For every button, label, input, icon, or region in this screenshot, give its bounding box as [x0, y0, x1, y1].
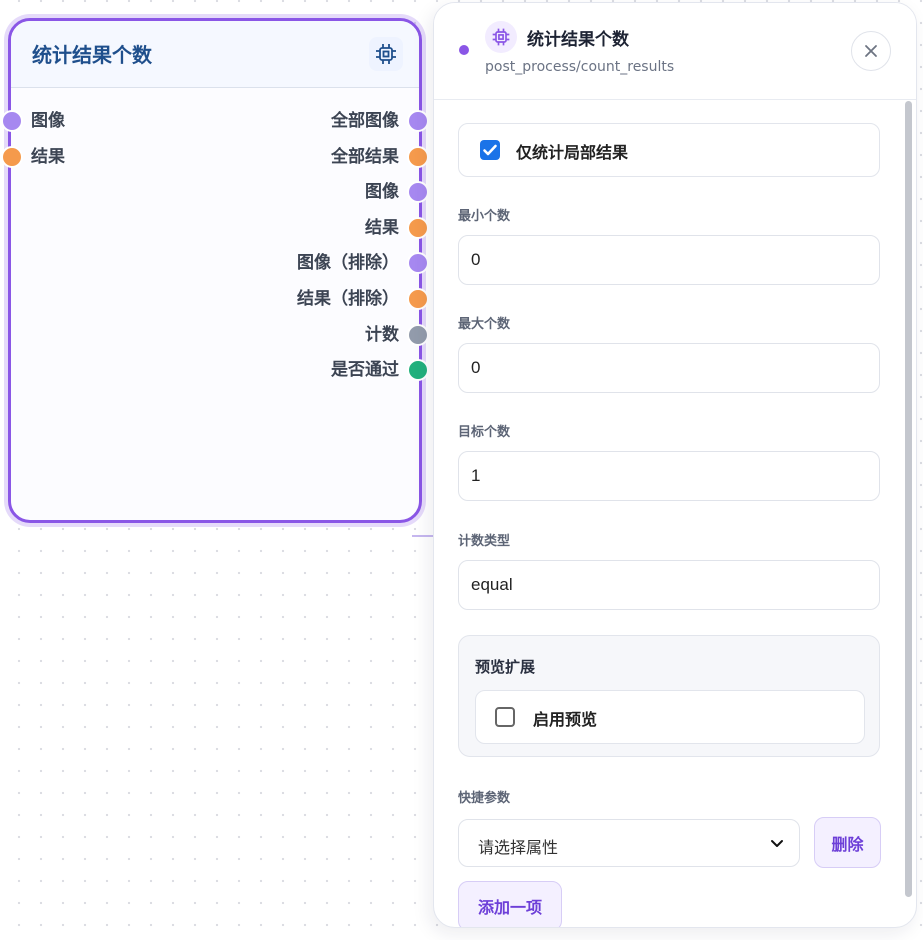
- output-port-label: 全部结果: [331, 146, 399, 167]
- local-only-label: 仅统计局部结果: [516, 143, 629, 162]
- properties-panel: 统计结果个数 post_process/count_results 仅统计局部结…: [433, 2, 917, 928]
- attribute-select-value: 请选择属性: [478, 838, 559, 857]
- min-count-input[interactable]: [458, 235, 880, 285]
- preview-extension-card: 预览扩展 启用预览: [458, 635, 880, 757]
- input-port: 图像: [1, 109, 65, 133]
- add-item-button[interactable]: 添加一项: [458, 881, 562, 927]
- output-port-label: 图像: [365, 182, 399, 203]
- count-type-label: 计数类型: [458, 534, 511, 549]
- output-port: 全部图像: [331, 109, 429, 133]
- check-icon: [483, 144, 497, 156]
- attribute-select[interactable]: 请选择属性: [458, 819, 800, 867]
- output-port-label: 是否通过: [331, 360, 399, 381]
- output-port-handle[interactable]: [407, 288, 429, 310]
- max-count-input[interactable]: [458, 343, 880, 393]
- node-title: 统计结果个数: [32, 43, 152, 67]
- output-port-handle[interactable]: [407, 181, 429, 204]
- input-port-handle[interactable]: [1, 110, 23, 132]
- output-port: 全部结果: [331, 145, 429, 169]
- output-port-label: 全部图像: [331, 111, 399, 131]
- delete-button[interactable]: 删除: [814, 817, 881, 868]
- output-port: 图像: [365, 180, 429, 204]
- count-results-node[interactable]: 统计结果个数 图像 结果 全部图像 全部结果 图像 结果 图像（排除） 结果（排除） 计数 是否通…: [1, 18, 429, 523]
- node-header: 统计结果个数: [11, 21, 419, 88]
- panel-header: 统计结果个数 post_process/count_results: [434, 3, 916, 100]
- enable-preview-option[interactable]: 启用预览: [475, 690, 865, 744]
- enable-preview-label: 启用预览: [533, 710, 598, 729]
- preview-extension-title: 预览扩展: [475, 658, 536, 676]
- target-count-label: 目标个数: [458, 425, 511, 440]
- scrollbar-thumb[interactable]: [905, 101, 912, 897]
- connection-edge: [412, 535, 434, 537]
- input-port-label: 结果: [31, 146, 65, 167]
- target-count-input[interactable]: [458, 451, 880, 501]
- status-dot: [459, 45, 469, 55]
- output-port-handle[interactable]: [407, 359, 429, 382]
- output-port-label: 图像（排除）: [297, 253, 399, 274]
- output-port-label: 计数: [365, 324, 399, 345]
- output-port: 是否通过: [331, 358, 429, 382]
- panel-title: 统计结果个数: [527, 30, 629, 50]
- output-port-label: 结果（排除）: [297, 289, 399, 309]
- output-port: 计数: [365, 323, 429, 347]
- local-only-checkbox[interactable]: [480, 140, 500, 160]
- output-port-handle[interactable]: [407, 110, 429, 132]
- output-port-handle[interactable]: [407, 216, 429, 239]
- output-port-label: 结果: [365, 217, 399, 238]
- output-port-handle[interactable]: [407, 323, 429, 346]
- chevron-down-icon: [771, 840, 783, 847]
- output-port-handle[interactable]: [407, 252, 429, 275]
- chip-icon: [369, 37, 403, 71]
- max-count-label: 最大个数: [458, 317, 511, 332]
- output-port: 结果: [365, 216, 429, 240]
- output-port: 图像（排除）: [297, 251, 429, 275]
- quick-params-label: 快捷参数: [458, 791, 511, 806]
- input-port-handle[interactable]: [1, 145, 23, 168]
- input-port-label: 图像: [31, 111, 65, 131]
- panel-subtitle: post_process/count_results: [485, 59, 675, 75]
- output-port-handle[interactable]: [407, 145, 429, 168]
- chip-icon: [485, 21, 517, 53]
- scrollbar[interactable]: [904, 99, 914, 927]
- count-type-input[interactable]: [458, 560, 880, 610]
- local-only-option[interactable]: 仅统计局部结果: [458, 123, 880, 177]
- close-button[interactable]: [851, 31, 891, 71]
- enable-preview-checkbox[interactable]: [495, 707, 515, 727]
- output-port: 结果（排除）: [297, 287, 429, 311]
- close-icon: [865, 45, 877, 57]
- min-count-label: 最小个数: [458, 209, 511, 224]
- input-port: 结果: [1, 145, 65, 169]
